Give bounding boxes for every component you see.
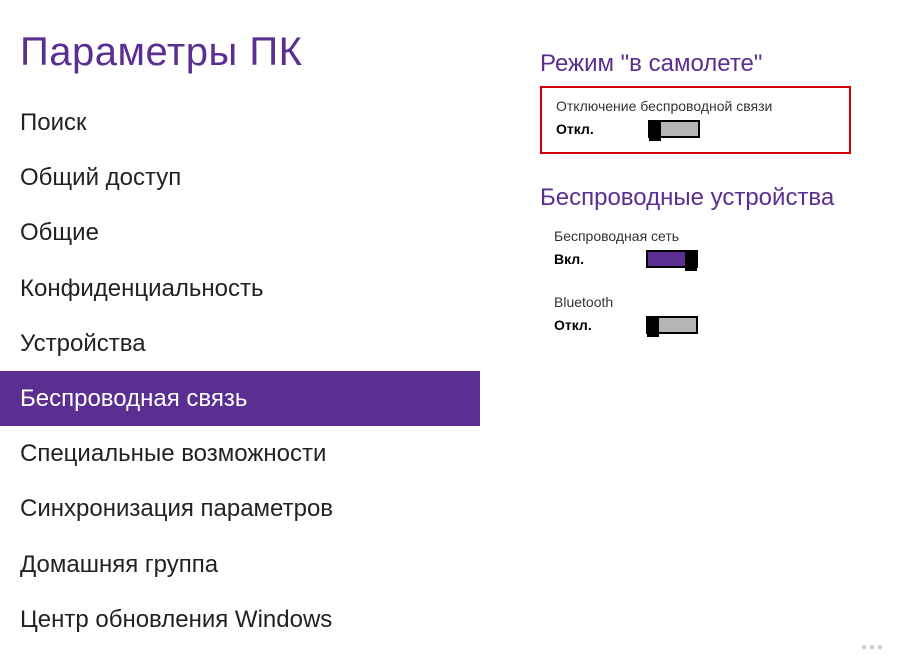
bluetooth-toggle-label: Bluetooth <box>554 294 837 310</box>
airplane-toggle[interactable] <box>648 120 700 138</box>
wifi-toggle-label: Беспроводная сеть <box>554 228 837 244</box>
sidebar-item-homegroup[interactable]: Домашняя группа <box>0 537 480 592</box>
bluetooth-toggle[interactable] <box>646 316 698 334</box>
sidebar-item-sync[interactable]: Синхронизация параметров <box>0 481 480 536</box>
airplane-toggle-state: Откл. <box>556 121 598 137</box>
sidebar-item-search[interactable]: Поиск <box>0 95 480 150</box>
sidebar-item-privacy[interactable]: Конфиденциальность <box>0 261 480 316</box>
sidebar-item-general[interactable]: Общие <box>0 205 480 260</box>
content-panel: Режим "в самолете" Отключение беспроводн… <box>480 0 897 661</box>
airplane-mode-box: Отключение беспроводной связи Откл. <box>540 86 851 154</box>
bluetooth-box: Bluetooth Откл. <box>540 286 851 340</box>
page-title: Параметры ПК <box>0 0 480 95</box>
wifi-toggle[interactable] <box>646 250 698 268</box>
wifi-box: Беспроводная сеть Вкл. <box>540 220 851 274</box>
wireless-devices-title: Беспроводные устройства <box>540 184 877 212</box>
toggle-handle <box>647 317 659 337</box>
toggle-handle <box>649 121 661 141</box>
airplane-toggle-label: Отключение беспроводной связи <box>556 98 835 114</box>
sidebar-item-wireless[interactable]: Беспроводная связь <box>0 371 480 426</box>
ellipsis-icon: ●●● <box>861 642 885 653</box>
sidebar-nav: Поиск Общий доступ Общие Конфиденциально… <box>0 95 480 647</box>
airplane-mode-title: Режим "в самолете" <box>540 50 877 78</box>
sidebar-item-update[interactable]: Центр обновления Windows <box>0 592 480 647</box>
toggle-handle <box>685 251 697 271</box>
wifi-toggle-state: Вкл. <box>554 251 596 267</box>
bluetooth-toggle-state: Откл. <box>554 317 596 333</box>
sidebar-item-devices[interactable]: Устройства <box>0 316 480 371</box>
sidebar-item-share[interactable]: Общий доступ <box>0 150 480 205</box>
sidebar-item-accessibility[interactable]: Специальные возможности <box>0 426 480 481</box>
